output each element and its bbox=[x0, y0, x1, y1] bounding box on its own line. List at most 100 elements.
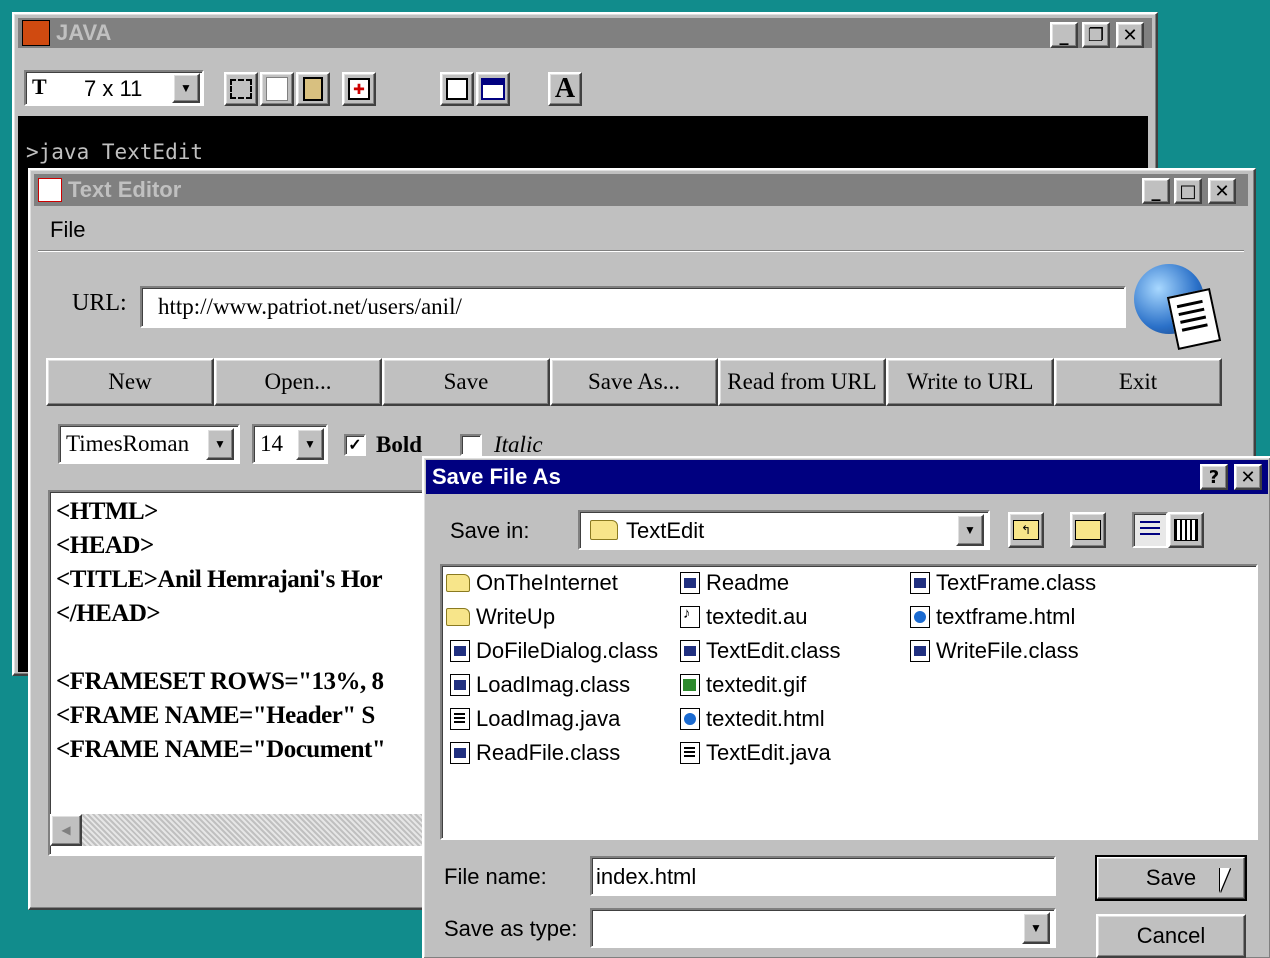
text-editor-titlebar[interactable]: Text Editor bbox=[34, 174, 1248, 206]
list-item[interactable]: OnTheInternet bbox=[446, 570, 618, 596]
properties-button[interactable] bbox=[440, 72, 474, 106]
bold-checkbox[interactable]: ✓ bbox=[344, 434, 366, 456]
exit-button[interactable]: Exit bbox=[1054, 358, 1222, 406]
save-in-dropdown[interactable]: ▼ bbox=[956, 514, 984, 546]
new-folder-button[interactable] bbox=[1070, 512, 1106, 548]
code-line: <FRAME NAME="Document" bbox=[56, 736, 386, 763]
font-family-select[interactable]: TimesRoman ▼ bbox=[58, 424, 240, 464]
list-item[interactable]: ReadFile.class bbox=[450, 740, 620, 766]
details-view-button[interactable] bbox=[1168, 512, 1204, 548]
up-one-level-button[interactable]: ↰ bbox=[1008, 512, 1044, 548]
font-size-combo[interactable]: T 7 x 11 ▼ bbox=[24, 70, 204, 106]
code-line: <TITLE>Anil Hemrajani's Hor bbox=[56, 566, 383, 593]
copy-icon bbox=[266, 77, 288, 101]
list-item[interactable]: LoadImag.java bbox=[450, 706, 620, 732]
read-from-url-button[interactable]: Read from URL bbox=[718, 358, 886, 406]
paste-button[interactable] bbox=[296, 72, 330, 106]
background-icon bbox=[481, 78, 505, 100]
save-in-value: TextEdit bbox=[626, 518, 705, 543]
editor-close-button[interactable]: ✕ bbox=[1208, 178, 1236, 204]
class-file-icon bbox=[910, 572, 930, 594]
new-folder-icon bbox=[1075, 520, 1101, 540]
save-button-editor[interactable]: Save bbox=[382, 358, 550, 406]
text-editor-title: Text Editor bbox=[68, 177, 182, 202]
background-button[interactable] bbox=[476, 72, 510, 106]
console-line: >java TextEdit bbox=[26, 140, 204, 164]
java-restore-button[interactable]: ❐ bbox=[1082, 22, 1110, 48]
properties-icon bbox=[446, 78, 468, 100]
list-item[interactable]: textframe.html bbox=[910, 604, 1075, 630]
italic-label: Italic bbox=[494, 432, 543, 457]
list-item[interactable]: LoadImag.class bbox=[450, 672, 630, 698]
save-as-type-select[interactable]: ▼ bbox=[590, 908, 1056, 948]
font-button[interactable]: A bbox=[548, 72, 582, 106]
list-item[interactable]: Readme bbox=[680, 570, 789, 596]
list-item[interactable]: WriteUp bbox=[446, 604, 555, 630]
class-file-icon bbox=[910, 640, 930, 662]
folder-icon bbox=[446, 608, 470, 626]
details-view-icon bbox=[1174, 519, 1198, 541]
new-button[interactable]: New bbox=[46, 358, 214, 406]
font-size-select[interactable]: 14 ▼ bbox=[252, 424, 328, 464]
java-close-button[interactable]: ✕ bbox=[1116, 22, 1144, 48]
list-item[interactable]: textedit.au bbox=[680, 604, 808, 630]
java-app-icon bbox=[22, 20, 50, 46]
editor-maximize-button[interactable]: □ bbox=[1174, 178, 1202, 204]
class-file-icon bbox=[450, 674, 470, 696]
list-item[interactable]: textedit.gif bbox=[680, 672, 806, 698]
java-minimize-button[interactable]: _ bbox=[1050, 22, 1078, 48]
folder-icon bbox=[446, 574, 470, 592]
list-item[interactable]: DoFileDialog.class bbox=[450, 638, 658, 664]
url-value: http://www.patriot.net/users/anil/ bbox=[158, 294, 462, 319]
url-input[interactable]: http://www.patriot.net/users/anil/ bbox=[140, 286, 1126, 328]
save-as-button[interactable]: Save As... bbox=[550, 358, 718, 406]
font-size-select-dropdown[interactable]: ▼ bbox=[296, 428, 324, 460]
save-as-type-dropdown[interactable]: ▼ bbox=[1022, 912, 1050, 944]
copy-button[interactable] bbox=[260, 72, 294, 106]
audio-file-icon bbox=[680, 605, 700, 628]
save-in-combo[interactable]: TextEdit ▼ bbox=[578, 510, 990, 550]
font-size-dropdown[interactable]: ▼ bbox=[172, 73, 200, 103]
cancel-button[interactable]: Cancel bbox=[1096, 914, 1246, 958]
list-view-icon bbox=[1140, 521, 1160, 539]
write-to-url-button[interactable]: Write to URL bbox=[886, 358, 1054, 406]
font-size-select-value: 14 bbox=[260, 431, 283, 456]
code-line: <HTML> bbox=[56, 498, 158, 525]
list-item[interactable]: WriteFile.class bbox=[910, 638, 1079, 664]
file-name-input[interactable]: index.html bbox=[590, 856, 1056, 896]
mark-button[interactable] bbox=[224, 72, 258, 106]
horizontal-scrollbar[interactable]: ◀ bbox=[50, 814, 466, 846]
font-family-value: TimesRoman bbox=[66, 431, 190, 456]
class-file-icon bbox=[680, 572, 700, 594]
font-a-icon: A bbox=[554, 73, 576, 104]
java-titlebar[interactable]: JAVA bbox=[18, 18, 1152, 48]
fullscreen-icon: ✚ bbox=[348, 78, 370, 100]
menu-file[interactable]: File bbox=[50, 217, 85, 243]
save-in-label: Save in: bbox=[450, 518, 530, 543]
dialog-close-button[interactable]: ✕ bbox=[1234, 464, 1262, 490]
scroll-left-button[interactable]: ◀ bbox=[50, 814, 82, 846]
editor-text-area[interactable]: <HTML> <HEAD> <TITLE>Anil Hemrajani's Ho… bbox=[48, 490, 468, 856]
open-button[interactable]: Open... bbox=[214, 358, 382, 406]
list-item[interactable]: TextEdit.class bbox=[680, 638, 841, 664]
file-list[interactable]: OnTheInternet WriteUp DoFileDialog.class… bbox=[440, 564, 1258, 840]
italic-checkbox[interactable] bbox=[460, 434, 482, 456]
save-dialog-titlebar[interactable]: Save File As bbox=[426, 460, 1268, 494]
list-item[interactable]: TextEdit.java bbox=[680, 740, 831, 766]
gif-file-icon bbox=[680, 674, 700, 696]
url-label: URL: bbox=[72, 290, 127, 316]
help-button[interactable]: ? bbox=[1200, 464, 1228, 490]
bold-label: Bold bbox=[376, 432, 423, 457]
font-tt-icon: T bbox=[32, 74, 47, 99]
list-item[interactable]: textedit.html bbox=[680, 706, 825, 732]
class-file-icon bbox=[680, 640, 700, 662]
save-dialog-title: Save File As bbox=[432, 464, 561, 489]
java-cup-icon bbox=[38, 178, 62, 202]
font-family-dropdown[interactable]: ▼ bbox=[206, 428, 234, 460]
editor-minimize-button[interactable]: _ bbox=[1142, 178, 1170, 204]
code-line: <FRAMESET ROWS="13%, 8 bbox=[56, 668, 384, 695]
class-file-icon bbox=[450, 640, 470, 662]
list-item[interactable]: TextFrame.class bbox=[910, 570, 1096, 596]
fullscreen-button[interactable]: ✚ bbox=[342, 72, 376, 106]
list-view-button[interactable] bbox=[1132, 512, 1168, 548]
